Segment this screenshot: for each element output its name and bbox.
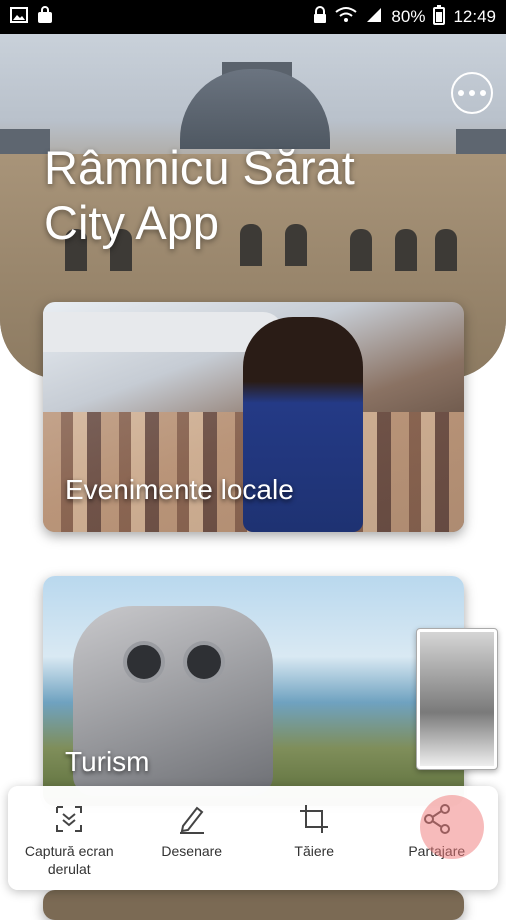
bag-icon xyxy=(36,5,54,29)
scroll-capture-label: Captură ecran derulat xyxy=(24,843,114,877)
crop-button[interactable]: Tăiere xyxy=(257,802,372,860)
lock-icon xyxy=(313,5,327,29)
card-turism[interactable]: Turism xyxy=(43,576,464,806)
floating-search-button[interactable] xyxy=(420,795,484,859)
status-time: 12:49 xyxy=(453,7,496,26)
pen-icon xyxy=(179,806,204,834)
hero-window xyxy=(395,229,417,271)
battery-percent: 80% xyxy=(391,7,426,26)
crop-icon xyxy=(300,805,329,833)
battery-icon xyxy=(433,4,446,30)
image-icon xyxy=(10,6,28,29)
more-horizontal-icon xyxy=(458,90,464,96)
draw-button[interactable]: Desenare xyxy=(134,802,249,860)
screenshot-thumbnail-image xyxy=(420,632,494,766)
draw-label: Desenare xyxy=(161,843,223,859)
card-next-partial[interactable] xyxy=(43,890,464,920)
app-title: Râmnicu Sărat City App xyxy=(44,141,355,249)
signal-icon xyxy=(365,6,383,29)
status-bar-left xyxy=(10,5,54,29)
wifi-icon xyxy=(335,6,358,29)
card-label: Evenimente locale xyxy=(65,474,294,505)
more-options-button[interactable] xyxy=(451,72,493,114)
scroll-capture-button[interactable]: Captură ecran derulat xyxy=(12,802,127,878)
crop-label: Tăiere xyxy=(294,843,335,859)
card-evenimente-locale[interactable]: Evenimente locale xyxy=(43,302,464,532)
card-label: Turism xyxy=(65,746,150,777)
status-bar-right: 80% 12:49 xyxy=(313,4,496,30)
hero-window xyxy=(435,229,457,271)
screenshot-thumbnail[interactable] xyxy=(416,628,498,770)
scroll-capture-icon xyxy=(56,806,83,832)
binocular-lens xyxy=(183,641,225,683)
status-bar: 80% 12:49 xyxy=(0,0,506,34)
hero-image-dome xyxy=(180,69,330,149)
binocular-lens xyxy=(123,641,165,683)
